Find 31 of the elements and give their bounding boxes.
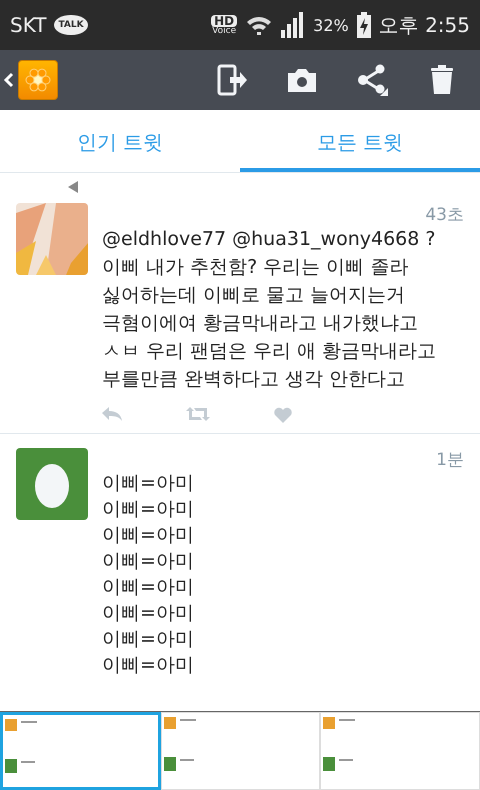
tweet-text-line: 극혐이에여 황금막내라고 내가했냐고 [102, 311, 420, 336]
clock: 오후 2:55 [378, 12, 470, 38]
battery-percent: 32% [313, 16, 349, 34]
tweet-text-line: 이삐=아미 [102, 653, 195, 678]
share-icon[interactable] [356, 64, 388, 96]
reply-icon[interactable] [102, 407, 122, 421]
wifi-icon [245, 14, 274, 36]
tweet-text-line: 이삐=아미 [102, 471, 195, 496]
signal-icon [281, 12, 306, 38]
heart-icon[interactable] [274, 407, 292, 423]
tweet-text-line: 이삐=아미 [102, 497, 195, 522]
tweet-text-line: 싫어하는데 이삐로 물고 늘어지는거 [102, 283, 406, 308]
tweet-text-line: 이삐=아미 [102, 523, 195, 548]
battery-charging-icon [356, 12, 371, 38]
tweet-text-line: ㅅㅂ 우리 팬덤은 우리 애 황금막내라고 [102, 339, 438, 364]
export-icon[interactable] [216, 64, 248, 96]
tweet-text-line: 이삐=아미 [102, 575, 195, 600]
tweet-text-line: 이삐=아미 [102, 549, 195, 574]
tweet-text-line: 이삐=아미 [102, 601, 195, 626]
screenshot-thumbnail[interactable] [0, 712, 161, 790]
tweet-text-line: 부를만큼 완벽하다고 생각 안한다고 [102, 367, 406, 392]
tweet-text-line: 이삐=아미 [102, 627, 195, 652]
tweet-text-line: @eldhlove77 @hua31_wony4668 ? [102, 227, 436, 252]
carrier-name: SKT [10, 13, 46, 37]
talk-badge: TALK [54, 15, 88, 35]
tweet-text-line: 이삐 내가 추천함? 우리는 이삐 졸라 [102, 255, 410, 280]
tweet-time: 1분 [436, 449, 464, 470]
default-avatar-icon [16, 448, 88, 520]
tweet-time: 43초 [425, 204, 464, 225]
retweet-icon[interactable] [186, 407, 210, 421]
back-icon[interactable] [4, 72, 14, 88]
